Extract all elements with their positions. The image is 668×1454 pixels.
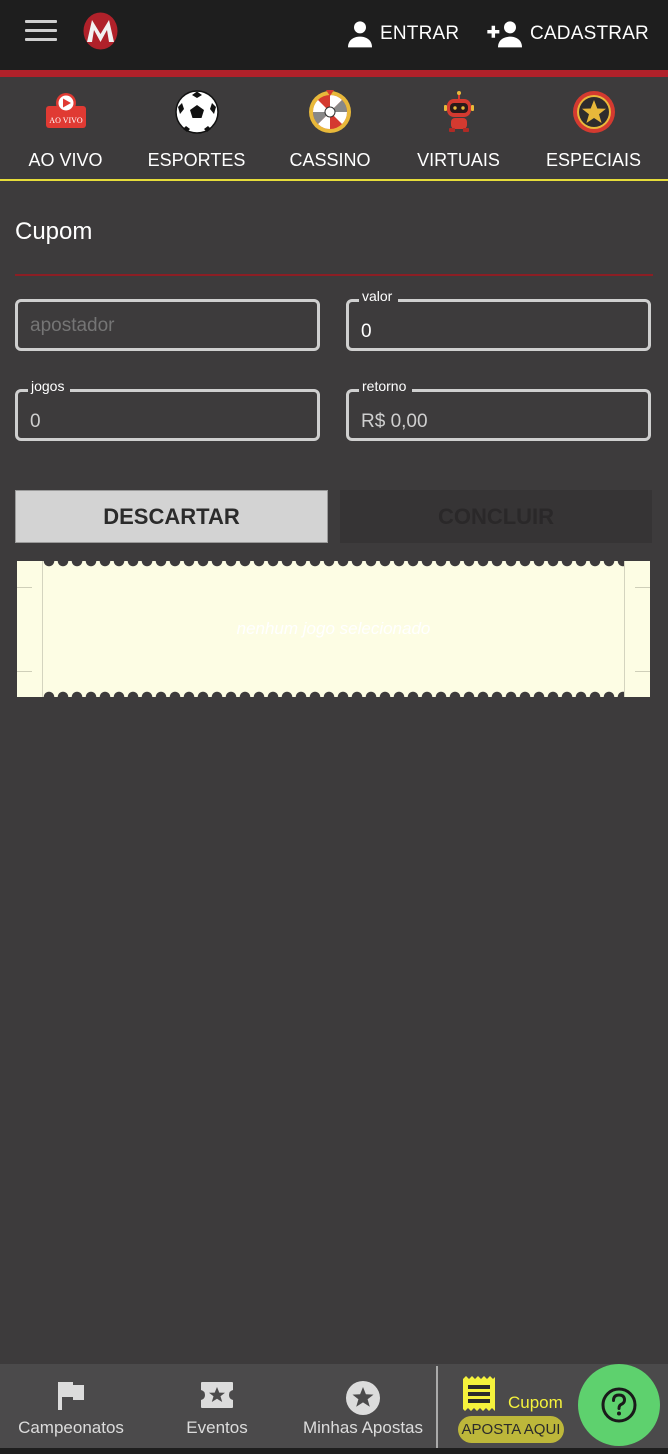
soccer-ball-icon (174, 89, 220, 135)
bottom-nav-minhas-apostas[interactable]: Minhas Apostas (292, 1364, 434, 1448)
star-badge-icon (571, 89, 617, 135)
flag-icon (56, 1380, 86, 1417)
apostador-input[interactable] (30, 310, 300, 342)
category-label: CASSINO (289, 150, 371, 170)
category-cassino[interactable]: CASSINO (262, 77, 398, 179)
valor-field: valor (346, 288, 651, 351)
conclude-button[interactable]: CONCLUIR (340, 490, 652, 543)
register-button[interactable]: CADASTRAR (486, 18, 649, 50)
page-title: Cupom (15, 218, 93, 245)
star-circle-icon (345, 1380, 381, 1421)
logo-icon (83, 12, 118, 50)
category-nav: AO VIVO AO VIVO ESPORTES CASSINO VIRTUAI… (0, 77, 668, 179)
bottom-nav-label: Campeonatos (18, 1418, 124, 1437)
valor-input[interactable] (361, 316, 631, 348)
register-label: CADASTRAR (530, 23, 649, 44)
add-user-icon (487, 21, 522, 48)
bottom-nav-label: Eventos (186, 1418, 248, 1437)
login-button[interactable]: ENTRAR (344, 18, 459, 50)
ticket-perforation-bottom (42, 687, 625, 697)
jogos-label: jogos (28, 378, 71, 394)
help-button[interactable] (578, 1364, 660, 1446)
header-accent-line (0, 70, 668, 77)
category-label: ESPORTES (147, 150, 246, 170)
retorno-label: retorno (359, 378, 413, 394)
login-label: ENTRAR (380, 23, 460, 44)
top-bar: ENTRAR CADASTRAR (0, 0, 668, 70)
live-icon: AO VIVO (43, 89, 89, 135)
bottom-strip (0, 1448, 668, 1454)
discard-button[interactable]: DESCARTAR (15, 490, 328, 543)
hamburger-menu-button[interactable] (25, 20, 57, 42)
ticket-mark (17, 671, 32, 672)
cupom-label: Cupom (508, 1393, 563, 1412)
ticket-star-icon (199, 1380, 235, 1415)
help-icon (601, 1387, 637, 1423)
category-virtuais[interactable]: VIRTUAIS (398, 77, 519, 179)
valor-label: valor (359, 288, 399, 304)
svg-text:AO VIVO: AO VIVO (49, 116, 83, 125)
category-esportes[interactable]: ESPORTES (131, 77, 262, 179)
coupon-ticket: nenhum jogo selecionado (17, 561, 650, 697)
bottom-nav: Campeonatos Eventos Minhas Apostas Cupom (0, 1364, 668, 1448)
jogos-field: jogos (15, 378, 320, 441)
ticket-perforation-top (42, 561, 625, 571)
category-ao-vivo[interactable]: AO VIVO AO VIVO (0, 77, 131, 179)
title-divider (15, 274, 653, 276)
ticket-mark (635, 587, 650, 588)
ticket-mark (17, 587, 32, 588)
roulette-wheel-icon (307, 89, 353, 135)
logo[interactable] (83, 12, 118, 50)
ticket-mark (635, 671, 650, 672)
retorno-input[interactable] (361, 406, 631, 438)
apostador-field (15, 299, 320, 351)
retorno-field: retorno (346, 378, 651, 441)
empty-ticket-message: nenhum jogo selecionado (236, 619, 431, 638)
bottom-nav-label: Minhas Apostas (302, 1418, 423, 1437)
category-especiais[interactable]: ESPECIAIS (519, 77, 668, 179)
category-label: AO VIVO (28, 150, 103, 170)
bottom-nav-eventos[interactable]: Eventos (145, 1364, 289, 1448)
bottom-nav-cupom[interactable]: Cupom APOSTA AQUI (456, 1372, 568, 1443)
aposta-aqui-badge: APOSTA AQUI (458, 1416, 564, 1443)
category-label: VIRTUAIS (417, 150, 500, 170)
user-icon (348, 21, 372, 48)
category-nav-underline (0, 179, 668, 181)
receipt-icon (463, 1376, 495, 1411)
robot-icon (436, 89, 482, 135)
bottom-nav-campeonatos[interactable]: Campeonatos (0, 1364, 142, 1448)
bottom-nav-divider (436, 1366, 438, 1448)
category-label: ESPECIAIS (545, 150, 642, 170)
jogos-input[interactable] (30, 406, 300, 438)
